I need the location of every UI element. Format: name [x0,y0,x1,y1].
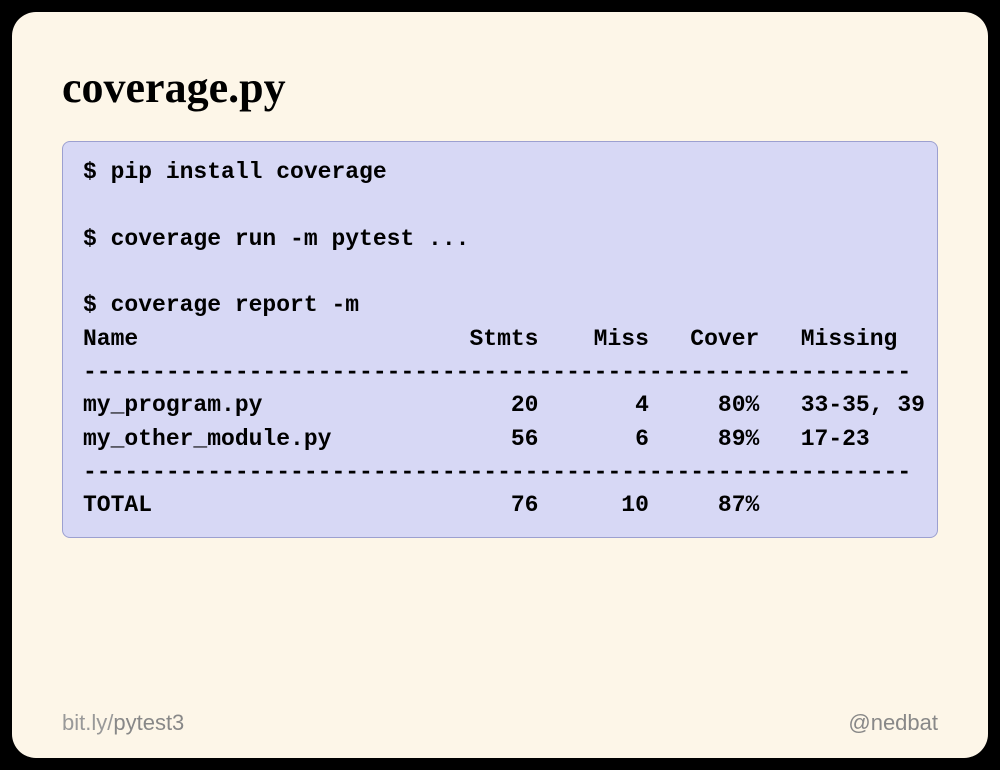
footer-link: bit.ly/pytest3 [62,710,184,736]
slide-footer: bit.ly/pytest3 @nedbat [62,710,938,736]
footer-link-suffix: pytest3 [113,710,184,735]
slide: coverage.py $ pip install coverage $ cov… [12,12,988,758]
footer-author: @nedbat [848,710,938,736]
slide-title: coverage.py [62,62,938,113]
terminal-output: $ pip install coverage $ coverage run -m… [62,141,938,538]
footer-link-prefix: bit.ly/ [62,710,113,735]
